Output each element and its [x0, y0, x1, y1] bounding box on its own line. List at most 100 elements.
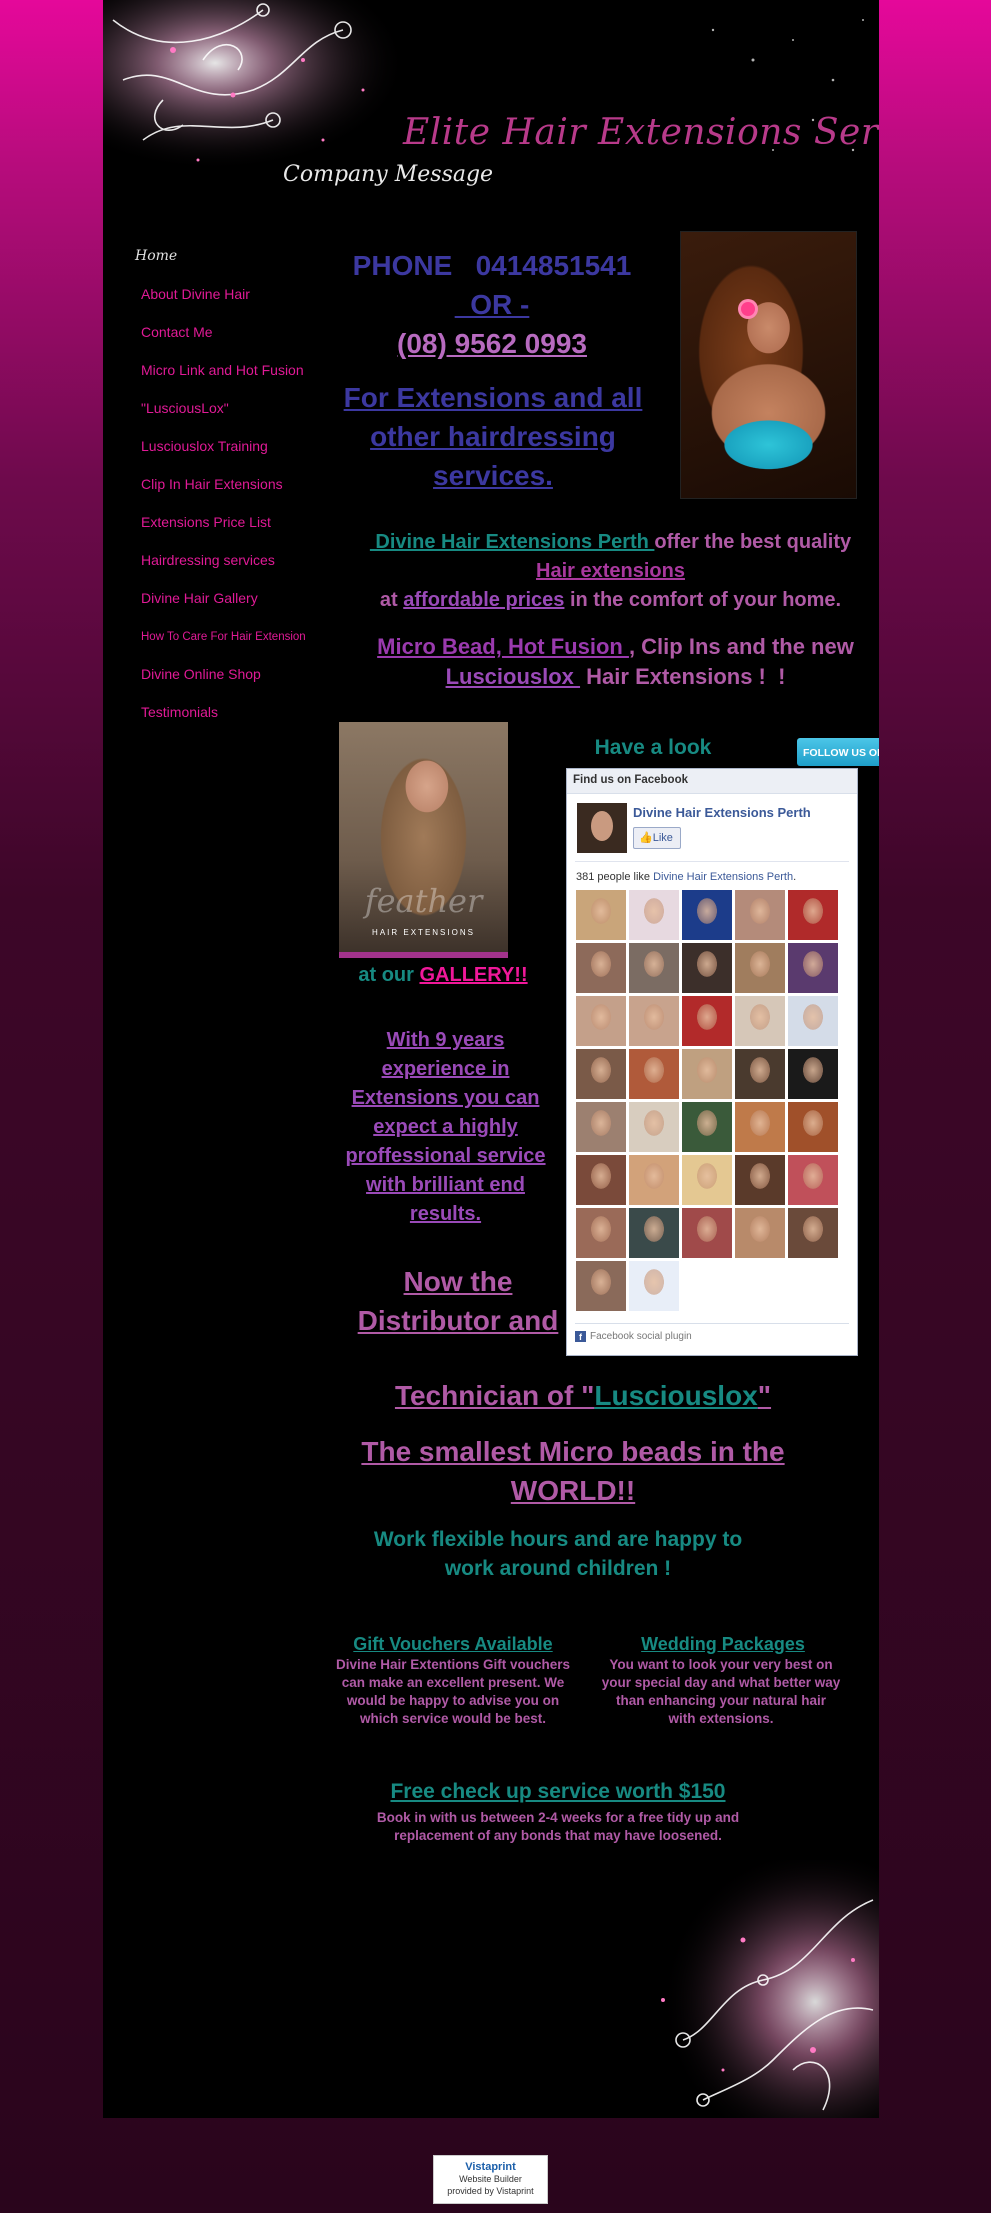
facebook-fan-avatar[interactable] — [629, 1102, 679, 1152]
nav-shop[interactable]: Divine Online Shop — [141, 666, 261, 682]
checkup-service-link[interactable]: Free check up service worth $150 — [378, 1780, 738, 1804]
technician-post: " — [757, 1380, 772, 1411]
facebook-fan-avatar[interactable] — [788, 996, 838, 1046]
facebook-fan-avatar[interactable] — [735, 890, 785, 940]
technician-pre: Technician of " — [394, 1380, 595, 1411]
facebook-fan-avatar[interactable] — [682, 1208, 732, 1258]
facebook-widget: Find us on Facebook Divine Hair Extensio… — [566, 768, 858, 1356]
site-title: Elite Hair Extensions Service — [403, 112, 879, 153]
facebook-fan-avatar[interactable] — [682, 1102, 732, 1152]
wedding-packages-link[interactable]: Wedding Packages — [608, 1634, 838, 1655]
nav-about[interactable]: About Divine Hair — [141, 286, 250, 302]
facebook-fan-avatar[interactable] — [629, 1155, 679, 1205]
techniques-text-1: , Clip Ins and the new — [628, 634, 854, 659]
vistaprint-badge[interactable]: Vistaprint Website Builder provided by V… — [433, 2155, 548, 2204]
facebook-like-label: Like — [652, 832, 673, 844]
facebook-fan-avatar[interactable] — [629, 890, 679, 940]
facebook-footer-text[interactable]: Facebook social plugin — [590, 1331, 692, 1342]
nav-hairdressing[interactable]: Hairdressing services — [141, 552, 275, 568]
facebook-divider — [575, 861, 849, 862]
intro-link-prices[interactable]: affordable prices — [403, 589, 564, 611]
facebook-fan-avatar[interactable] — [629, 996, 679, 1046]
nav-micro-link[interactable]: Micro Link and Hot Fusion — [141, 362, 304, 378]
facebook-fan-avatar[interactable] — [788, 890, 838, 940]
nav-care[interactable]: How To Care For Hair Extension — [141, 631, 306, 643]
nav-gallery[interactable]: Divine Hair Gallery — [141, 590, 258, 606]
technician-line: Technician of "Lusciouslox" — [373, 1380, 793, 1412]
techniques-link-micro[interactable]: Micro Bead, Hot Fusion — [377, 634, 629, 659]
techniques-text-2: Hair Extensions ! ! — [580, 664, 786, 689]
intro-link-hair-ext[interactable]: Hair extensions — [536, 560, 685, 582]
facebook-fan-avatar[interactable] — [629, 1208, 679, 1258]
facebook-fan-avatar[interactable] — [576, 1155, 626, 1205]
nav-contact[interactable]: Contact Me — [141, 324, 213, 340]
decorative-stars-top-right — [711, 19, 864, 152]
vistaprint-line-1: Website Builder — [459, 2174, 522, 2184]
facebook-fan-avatar[interactable] — [735, 1102, 785, 1152]
feather-extensions-image[interactable]: feather HAIR EXTENSIONS — [339, 722, 508, 958]
facebook-like-count-tail: . — [793, 871, 797, 883]
feather-logo-text: feather — [364, 882, 483, 920]
facebook-fan-avatar[interactable] — [576, 1208, 626, 1258]
services-link[interactable]: For Extensions and all other hairdressin… — [343, 378, 643, 495]
facebook-fan-avatar[interactable] — [735, 1049, 785, 1099]
facebook-like-count: 381 people like Divine Hair Extensions P… — [576, 871, 796, 883]
facebook-fan-avatar[interactable] — [629, 1261, 679, 1311]
nav-testimonials[interactable]: Testimonials — [141, 704, 218, 720]
facebook-fan-grid — [576, 890, 846, 1311]
experience-link[interactable]: With 9 years experience in Extensions yo… — [338, 1026, 553, 1229]
checkup-service-body: Book in with us between 2-4 weeks for a … — [376, 1810, 740, 1843]
facebook-like-count-text: 381 people like — [576, 871, 654, 883]
facebook-page-avatar[interactable] — [577, 803, 627, 853]
nav-lusciouslox[interactable]: "LusciousLox" — [141, 400, 229, 416]
facebook-fan-avatar[interactable] — [682, 1049, 732, 1099]
company-message: Company Message — [283, 162, 494, 187]
facebook-page-name[interactable]: Divine Hair Extensions Perth — [633, 805, 811, 820]
facebook-fan-avatar[interactable] — [576, 1049, 626, 1099]
facebook-fan-avatar[interactable] — [735, 1155, 785, 1205]
smallest-beads-text: The smallest Micro beads in the WORLD!! — [361, 1436, 785, 1506]
facebook-fan-avatar[interactable] — [682, 1155, 732, 1205]
thumbs-up-icon: 👍 — [639, 832, 653, 844]
facebook-fan-avatar[interactable] — [576, 1102, 626, 1152]
facebook-icon: f — [575, 1331, 586, 1342]
phone-link[interactable]: PHONE 0414851541 — [333, 246, 651, 285]
nav-clip-in[interactable]: Clip In Hair Extensions — [141, 476, 283, 492]
facebook-fan-avatar[interactable] — [788, 1208, 838, 1258]
nav-home[interactable]: Home — [135, 248, 177, 264]
facebook-fan-avatar[interactable] — [576, 1261, 626, 1311]
nav-price-list[interactable]: Extensions Price List — [141, 514, 271, 530]
facebook-fan-avatar[interactable] — [576, 890, 626, 940]
gallery-link[interactable]: GALLERY!! — [419, 964, 527, 986]
nav-training[interactable]: Lusciouslox Training — [141, 438, 268, 454]
have-a-look-text: Have a look — [594, 736, 712, 759]
facebook-fan-avatar[interactable] — [735, 1208, 785, 1258]
facebook-fan-avatar[interactable] — [788, 1049, 838, 1099]
facebook-fan-avatar[interactable] — [735, 943, 785, 993]
facebook-fan-avatar[interactable] — [788, 1102, 838, 1152]
feather-subtitle: HAIR EXTENSIONS — [372, 928, 475, 937]
vistaprint-line-2: provided by Vistaprint — [447, 2186, 534, 2196]
phone-number-2[interactable]: (08) 9562 0993 — [333, 324, 651, 363]
facebook-fan-avatar[interactable] — [788, 1155, 838, 1205]
facebook-widget-header: Find us on Facebook — [567, 769, 857, 794]
facebook-fan-avatar[interactable] — [629, 943, 679, 993]
twitter-follow-button[interactable]: FOLLOW US ON twitter — [797, 738, 879, 766]
facebook-fan-avatar[interactable] — [735, 996, 785, 1046]
gift-vouchers-link[interactable]: Gift Vouchers Available — [333, 1634, 573, 1655]
facebook-fan-avatar[interactable] — [682, 943, 732, 993]
hair-flower-icon — [741, 302, 755, 316]
facebook-fan-avatar[interactable] — [576, 943, 626, 993]
facebook-fan-avatar[interactable] — [682, 890, 732, 940]
wedding-packages-body: You want to look your very best on your … — [601, 1657, 841, 1726]
facebook-like-button[interactable]: 👍Like — [633, 827, 681, 849]
facebook-fan-avatar[interactable] — [576, 996, 626, 1046]
intro-link-divine[interactable]: Divine Hair Extensions Perth — [370, 531, 655, 553]
facebook-fan-avatar[interactable] — [629, 1049, 679, 1099]
techniques-link-lusciouslox[interactable]: Lusciouslox — [446, 664, 580, 689]
technician-link[interactable]: Lusciouslox — [594, 1380, 757, 1411]
twitter-label: FOLLOW US ON — [803, 747, 879, 759]
facebook-fan-avatar[interactable] — [682, 996, 732, 1046]
facebook-fan-avatar[interactable] — [788, 943, 838, 993]
facebook-like-count-link[interactable]: Divine Hair Extensions Perth — [653, 871, 793, 883]
